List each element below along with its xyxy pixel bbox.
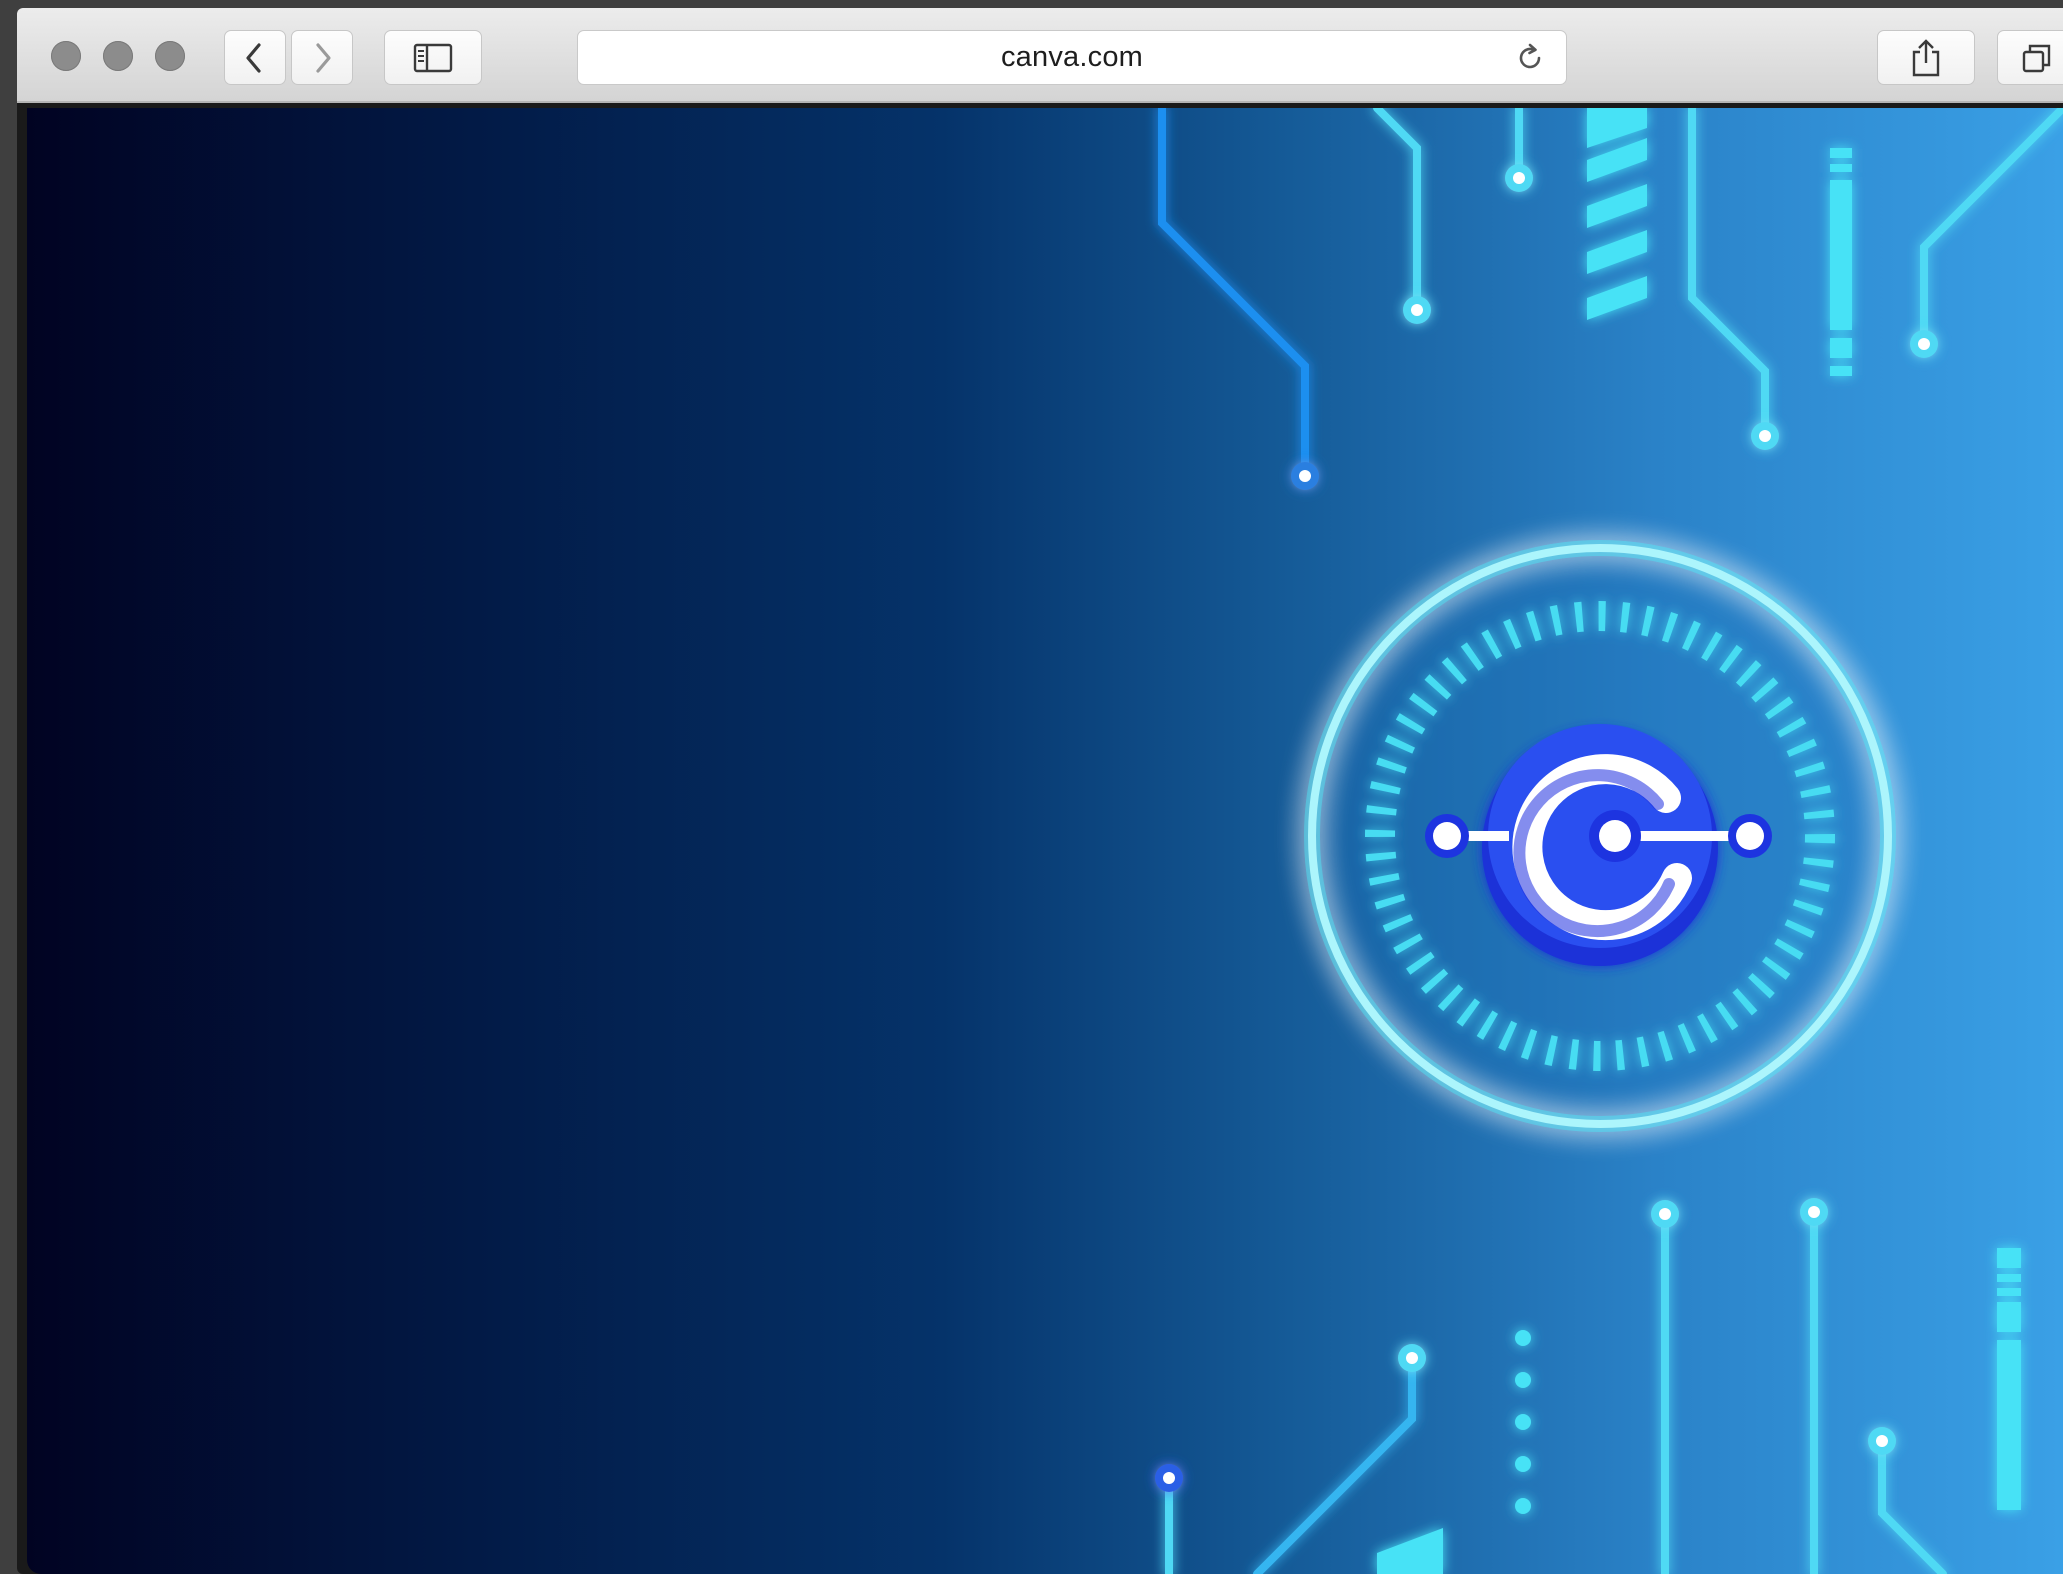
circuit-c-logo-icon [1304, 540, 1896, 1132]
bottom-dots-and-bars [1377, 1248, 2021, 1574]
zoom-window-button[interactable] [155, 41, 185, 71]
address-bar[interactable]: canva.com [577, 30, 1567, 85]
browser-toolbar: canva.com [17, 8, 2063, 103]
browser-window: canva.com [17, 8, 2063, 1574]
minimize-window-button[interactable] [103, 41, 133, 71]
sidebar-icon [413, 43, 453, 72]
top-striped-bars [1587, 108, 1852, 376]
chevron-left-icon [246, 42, 261, 73]
circuit-board-graphic [1155, 108, 2063, 1574]
share-icon [1912, 38, 1940, 76]
bottom-circuit-traces [1165, 1216, 1947, 1574]
sidebar-button[interactable] [384, 30, 482, 85]
forward-button[interactable] [291, 30, 353, 85]
chevron-right-icon [316, 42, 331, 73]
share-button[interactable] [1877, 30, 1975, 85]
tabs-icon [2022, 44, 2051, 72]
web-page-content [27, 108, 2063, 1574]
tabs-button[interactable] [1997, 30, 2063, 85]
back-button[interactable] [224, 30, 286, 85]
reload-icon[interactable] [1514, 42, 1546, 74]
url-text: canva.com [1000, 41, 1144, 73]
close-window-button[interactable] [51, 41, 81, 71]
